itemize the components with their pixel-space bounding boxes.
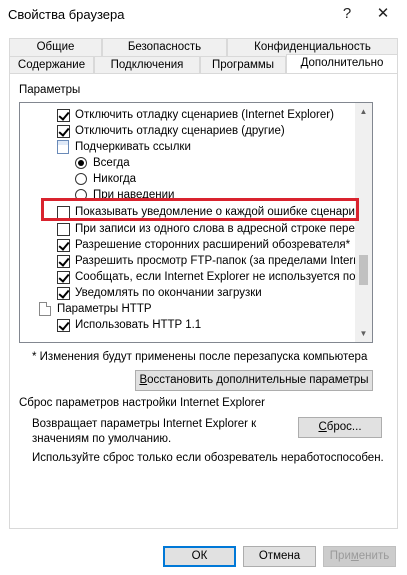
list-item-label: Разрешить просмотр FTP-папок (за предела… [75, 255, 370, 267]
vertical-scrollbar[interactable]: ▲ ▼ [355, 103, 372, 342]
list-item[interactable]: Разрешить просмотр FTP-папок (за предела… [20, 253, 369, 269]
list-item[interactable]: Всегда [20, 155, 356, 171]
tab-row-bottom: Содержание Подключения Программы Дополни… [9, 54, 398, 74]
checkbox[interactable] [57, 206, 70, 219]
ok-button[interactable]: ОК [163, 546, 236, 567]
close-icon[interactable]: ✕ [368, 2, 398, 26]
list-item-label: Использовать HTTP 1.1 [75, 319, 202, 331]
radio-button[interactable] [75, 173, 87, 185]
list-item[interactable]: Показывать уведомление о каждой ошибке с… [20, 204, 361, 220]
scroll-up-icon[interactable]: ▲ [355, 103, 372, 120]
list-item[interactable]: Сообщать, если Internet Explorer не испо… [20, 269, 364, 285]
list-item-label: Параметры HTTP [57, 303, 152, 315]
restart-note: * Изменения будут применены после переза… [32, 351, 368, 363]
reset-button[interactable]: Сброс... [298, 417, 382, 438]
list-item-label: Сообщать, если Internet Explorer не испо… [75, 271, 365, 283]
title-bar: Свойства браузера ? ✕ [0, 0, 407, 30]
list-item-label: Отключить отладку сценариев (Internet Ex… [75, 109, 334, 121]
list-item-label: Уведомлять по окончании загрузки [75, 287, 262, 299]
help-button[interactable]: ? [332, 2, 362, 26]
list-item-label: Никогда [93, 173, 137, 185]
list-item[interactable]: При записи из одного слова в адресной ст… [20, 221, 372, 237]
list-item-label: При записи из одного слова в адресной ст… [75, 223, 373, 235]
list-item[interactable]: Разрешение сторонних расширений обозрева… [20, 237, 356, 253]
radio-button[interactable] [75, 157, 87, 169]
checkbox[interactable] [57, 319, 70, 332]
window-title: Свойства браузера [8, 7, 125, 22]
list-item-label: Подчеркивать ссылки [75, 141, 191, 153]
reset-section-label: Сброс параметров настройки Internet Expl… [19, 397, 265, 409]
list-group-header: Подчеркивать ссылки [20, 139, 356, 155]
page-icon [39, 302, 51, 316]
links-icon [57, 140, 69, 154]
tab-connections[interactable]: Подключения [94, 56, 200, 74]
scroll-thumb[interactable] [359, 255, 368, 285]
scroll-down-icon[interactable]: ▼ [355, 325, 372, 342]
settings-listbox[interactable]: Отключить отладку сценариев (Internet Ex… [19, 102, 373, 343]
list-item[interactable]: Использовать HTTP 1.1 [20, 317, 356, 333]
checkbox[interactable] [57, 125, 70, 138]
list-item[interactable]: При наведении [20, 187, 356, 203]
list-item[interactable]: Отключить отладку сценариев (другие) [20, 123, 356, 139]
list-item-label: При наведении [93, 189, 175, 201]
checkbox[interactable] [57, 223, 70, 236]
radio-button[interactable] [75, 189, 87, 201]
checkbox[interactable] [57, 271, 70, 284]
checkbox[interactable] [57, 287, 70, 300]
list-item-label: Всегда [93, 157, 130, 169]
tab-security[interactable]: Безопасность [102, 38, 227, 56]
list-item-label: Отключить отладку сценариев (другие) [75, 125, 285, 137]
settings-group-label: Параметры [19, 84, 81, 96]
cancel-button[interactable]: Отмена [243, 546, 316, 567]
list-item[interactable]: Уведомлять по окончании загрузки [20, 285, 356, 301]
list-group-header: Параметры HTTP [20, 301, 356, 317]
checkbox[interactable] [57, 109, 70, 122]
tab-content[interactable]: Содержание [9, 56, 94, 74]
tab-programs[interactable]: Программы [200, 56, 286, 74]
checkbox[interactable] [57, 239, 70, 252]
list-item[interactable]: Никогда [20, 171, 356, 187]
reset-warning: Используйте сброс только если обозревате… [32, 452, 384, 464]
apply-button[interactable]: Применить [323, 546, 396, 567]
restore-defaults-button[interactable]: Восстановить дополнительные параметры [135, 370, 373, 391]
list-item-label: Разрешение сторонних расширений обозрева… [75, 239, 351, 251]
list-item[interactable]: Отключить отладку сценариев (Internet Ex… [20, 107, 356, 123]
reset-description: Возвращает параметры Internet Explorer к… [32, 418, 257, 445]
list-item-label: Показывать уведомление о каждой ошибке с… [75, 206, 362, 218]
checkbox[interactable] [57, 255, 70, 268]
tab-general[interactable]: Общие [9, 38, 102, 56]
tab-advanced[interactable]: Дополнительно [286, 54, 398, 74]
